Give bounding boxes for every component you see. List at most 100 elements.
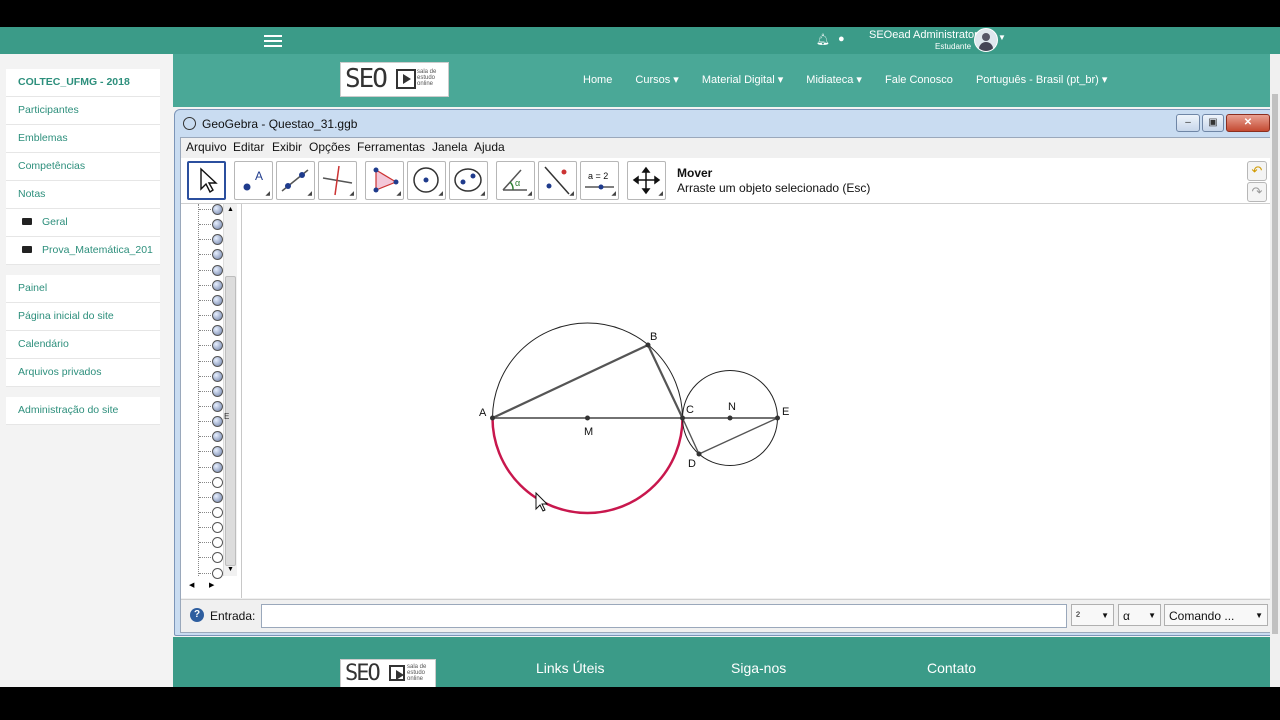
visible-toggle-icon[interactable] <box>212 265 223 276</box>
nav-cursos[interactable]: Cursos ▾ <box>635 74 678 86</box>
visible-toggle-icon[interactable] <box>212 492 223 503</box>
messages-chat-icon[interactable]: ● <box>838 33 845 45</box>
page-scrollbar[interactable] <box>1270 54 1280 687</box>
exponent-dropdown[interactable]: ² ▼ <box>1071 604 1114 626</box>
point-e[interactable] <box>775 415 780 421</box>
sidebar-item-course[interactable]: COLTEC_UFMG - 2018 <box>6 69 160 97</box>
sidebar-item-painel[interactable]: Painel <box>6 275 160 303</box>
page-scrollbar-thumb[interactable] <box>1272 94 1278 634</box>
undo-icon[interactable]: ↶ <box>1247 161 1267 181</box>
footer-links-uteis[interactable]: Links Úteis <box>536 660 604 676</box>
hidden-toggle-icon[interactable] <box>212 477 223 488</box>
visible-toggle-icon[interactable] <box>212 356 223 367</box>
segment-bc[interactable] <box>647 344 684 419</box>
geogebra-title-bar[interactable]: GeoGebra - Questao_31.ggb – ▣ ✕ <box>175 110 1278 136</box>
visible-toggle-icon[interactable] <box>212 234 223 245</box>
menu-editar[interactable]: Editar <box>233 140 264 154</box>
tool-slider[interactable]: a = 2 ◢ <box>580 161 619 200</box>
tool-point[interactable]: A ◢ <box>234 161 273 200</box>
visible-toggle-icon[interactable] <box>212 386 223 397</box>
nav-fale-conosco[interactable]: Fale Conosco <box>885 74 953 86</box>
point-n[interactable] <box>727 415 733 421</box>
menu-ajuda[interactable]: Ajuda <box>474 140 505 154</box>
scroll-down-arrow-icon[interactable]: ▼ <box>227 566 234 573</box>
minimize-button[interactable]: – <box>1176 114 1200 132</box>
tool-line[interactable]: ◢ <box>276 161 315 200</box>
seo-logo[interactable]: SEO sala de estudo online <box>340 62 449 97</box>
footer-contato[interactable]: Contato <box>927 660 976 676</box>
nav-midiateca[interactable]: Midiateca ▾ <box>806 74 862 86</box>
algebra-scrollbar-thumb[interactable] <box>225 276 236 566</box>
tool-move[interactable] <box>187 161 226 200</box>
menu-ferramentas[interactable]: Ferramentas <box>357 140 425 154</box>
scroll-left-arrow-icon[interactable]: ◀ <box>189 581 194 589</box>
segment-cd[interactable] <box>681 417 700 455</box>
visible-toggle-icon[interactable] <box>212 416 223 427</box>
sidebar-item-notas[interactable]: Notas <box>6 181 160 209</box>
maximize-button[interactable]: ▣ <box>1202 114 1224 132</box>
hidden-toggle-icon[interactable] <box>212 507 223 518</box>
hidden-toggle-icon[interactable] <box>212 552 223 563</box>
visible-toggle-icon[interactable] <box>212 462 223 473</box>
close-button[interactable]: ✕ <box>1226 114 1270 132</box>
visible-toggle-icon[interactable] <box>212 280 223 291</box>
hidden-toggle-icon[interactable] <box>212 568 223 579</box>
sidebar-item-administracao[interactable]: Administração do site <box>6 397 160 425</box>
user-avatar[interactable] <box>974 28 998 52</box>
visible-toggle-icon[interactable] <box>212 401 223 412</box>
point-a[interactable] <box>490 415 495 421</box>
command-dropdown[interactable]: Comando ... ▼ <box>1164 604 1268 626</box>
sidebar-item-calendario[interactable]: Calendário <box>6 331 160 359</box>
sidebar-item-arquivos-privados[interactable]: Arquivos privados <box>6 359 160 387</box>
tool-angle[interactable]: α ◢ <box>496 161 535 200</box>
visible-toggle-icon[interactable] <box>212 340 223 351</box>
visible-toggle-icon[interactable] <box>212 371 223 382</box>
tool-circle[interactable]: ◢ <box>407 161 446 200</box>
tool-perpendicular[interactable]: ◢ <box>318 161 357 200</box>
nav-language[interactable]: Português - Brasil (pt_br) ▾ <box>976 74 1107 86</box>
menu-janela[interactable]: Janela <box>432 140 467 154</box>
sidebar-item-prova[interactable]: Prova_Matemática_201 <box>6 237 160 265</box>
sidebar-item-emblemas[interactable]: Emblemas <box>6 125 160 153</box>
footer-seo-logo[interactable]: SEO sala de estudo online <box>340 659 436 687</box>
menu-toggle-icon[interactable] <box>264 32 282 48</box>
point-d[interactable] <box>696 451 702 457</box>
scroll-right-arrow-icon[interactable]: ▶ <box>209 581 214 589</box>
hidden-toggle-icon[interactable] <box>212 537 223 548</box>
hidden-toggle-icon[interactable] <box>212 522 223 533</box>
visible-toggle-icon[interactable] <box>212 204 223 215</box>
menu-exibir[interactable]: Exibir <box>272 140 302 154</box>
tool-move-graphics-view[interactable]: ◢ <box>627 161 666 200</box>
sidebar-item-pagina-inicial[interactable]: Página inicial do site <box>6 303 160 331</box>
visible-toggle-icon[interactable] <box>212 295 223 306</box>
point-c[interactable] <box>680 415 685 421</box>
point-b[interactable] <box>645 342 651 348</box>
visible-toggle-icon[interactable] <box>212 310 223 321</box>
sidebar-item-geral[interactable]: Geral <box>6 209 160 237</box>
footer-siga-nos[interactable]: Siga-nos <box>731 660 786 676</box>
menu-arquivo[interactable]: Arquivo <box>186 140 227 154</box>
visible-toggle-icon[interactable] <box>212 446 223 457</box>
redo-icon[interactable]: ↷ <box>1247 182 1267 202</box>
tool-reflect[interactable]: ◢ <box>538 161 577 200</box>
point-m[interactable] <box>585 415 590 421</box>
visible-toggle-icon[interactable] <box>212 249 223 260</box>
scroll-up-arrow-icon[interactable]: ▲ <box>227 206 234 213</box>
visible-toggle-icon[interactable] <box>212 431 223 442</box>
nav-material-digital[interactable]: Material Digital ▾ <box>702 74 783 86</box>
command-input[interactable] <box>261 604 1067 628</box>
greek-letter-dropdown[interactable]: α ▼ <box>1118 604 1161 626</box>
nav-home[interactable]: Home <box>583 74 612 86</box>
help-icon[interactable]: ? <box>190 608 204 622</box>
sidebar-item-competencias[interactable]: Competências <box>6 153 160 181</box>
user-name[interactable]: SEOead Administrator <box>869 29 978 41</box>
tool-conic[interactable]: ◢ <box>449 161 488 200</box>
graphics-view[interactable]: A B C D E M N <box>242 204 1273 598</box>
tool-polygon[interactable]: ◢ <box>365 161 404 200</box>
sidebar-item-participantes[interactable]: Participantes <box>6 97 160 125</box>
user-menu-caret-icon[interactable]: ▼ <box>998 33 1006 42</box>
visible-toggle-icon[interactable] <box>212 325 223 336</box>
menu-opcoes[interactable]: Opções <box>309 140 350 154</box>
visible-toggle-icon[interactable] <box>212 219 223 230</box>
notifications-bell-icon[interactable]: 🔔︎ <box>816 33 830 46</box>
